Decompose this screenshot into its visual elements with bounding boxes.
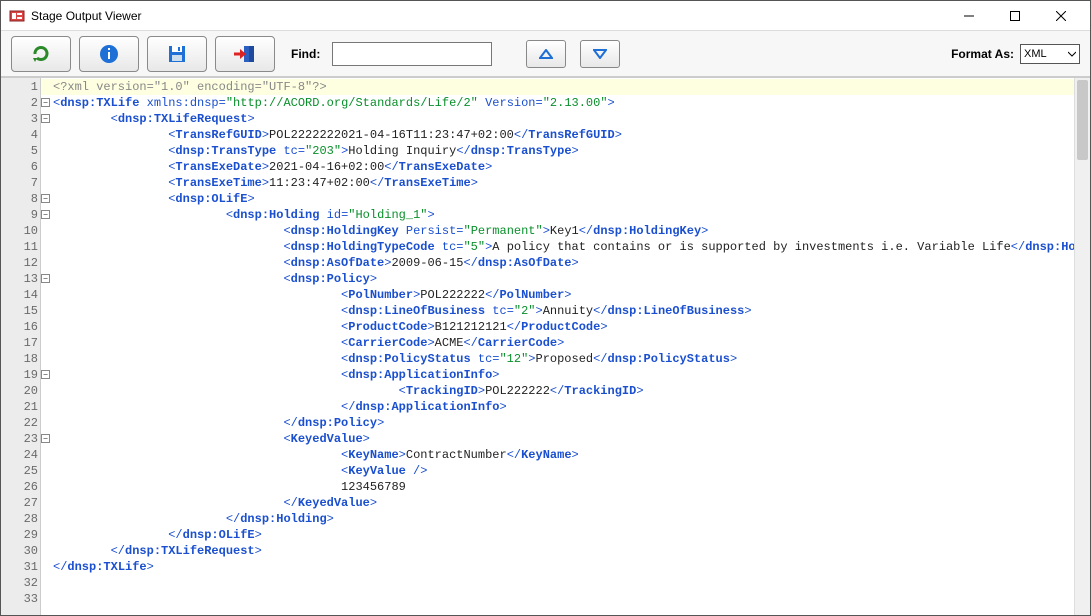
line-number: 31 [1,559,40,575]
fold-toggle[interactable]: − [41,274,50,283]
fold-toggle[interactable]: − [41,370,50,379]
minimize-button[interactable] [946,2,992,30]
line-number: 29 [1,527,40,543]
code-line: <KeyValue /> [53,463,1090,479]
code-line: </KeyedValue> [53,495,1090,511]
line-number: 21 [1,399,40,415]
fold-toggle[interactable]: − [41,114,50,123]
line-number: 27 [1,495,40,511]
close-button[interactable] [1038,2,1084,30]
format-select[interactable]: XML [1020,44,1080,64]
code-line: <KeyedValue> [53,431,1090,447]
line-number: 3− [1,111,40,127]
fold-toggle[interactable]: − [41,194,50,203]
code-line: </dnsp:Holding> [53,511,1090,527]
line-gutter: 12−3−45678−9−10111213−141516171819−20212… [1,78,41,615]
code-line: <KeyName>ContractNumber</KeyName> [53,447,1090,463]
line-number: 24 [1,447,40,463]
code-line: <CarrierCode>ACME</CarrierCode> [53,335,1090,351]
line-number: 23− [1,431,40,447]
line-number: 26 [1,479,40,495]
refresh-button[interactable] [11,36,71,72]
code-line [53,575,1090,591]
code-line: </dnsp:TXLife> [53,559,1090,575]
line-number: 25 [1,463,40,479]
code-line: <?xml version="1.0" encoding="UTF-8"?> [41,79,1090,95]
fold-toggle[interactable]: − [41,434,50,443]
code-line: <dnsp:Holding id="Holding_1"> [53,207,1090,223]
line-number: 15 [1,303,40,319]
line-number: 1 [1,79,40,95]
toolbar: Find: Format As: XML [1,31,1090,77]
code-line: <TransExeDate>2021-04-16+02:00</TransExe… [53,159,1090,175]
line-number: 18 [1,351,40,367]
line-number: 11 [1,239,40,255]
code-line: <dnsp:HoldingTypeCode tc="5">A policy th… [53,239,1090,255]
line-number: 20 [1,383,40,399]
titlebar: Stage Output Viewer [1,1,1090,31]
code-line: <dnsp:OLifE> [53,191,1090,207]
line-number: 22 [1,415,40,431]
chevron-down-icon [1068,50,1076,58]
app-icon [9,8,25,24]
code-line: <PolNumber>POL222222</PolNumber> [53,287,1090,303]
code-line: <dnsp:LineOfBusiness tc="2">Annuity</dns… [53,303,1090,319]
code-line: <dnsp:TXLife xmlns:dnsp="http://ACORD.or… [53,95,1090,111]
code-line: <dnsp:PolicyStatus tc="12">Proposed</dns… [53,351,1090,367]
line-number: 16 [1,319,40,335]
code-line: <ProductCode>B121212121</ProductCode> [53,319,1090,335]
vertical-scrollbar[interactable] [1074,78,1090,615]
line-number: 33 [1,591,40,607]
line-number: 9− [1,207,40,223]
save-button[interactable] [147,36,207,72]
find-next-button[interactable] [580,40,620,68]
maximize-button[interactable] [992,2,1038,30]
line-number: 12 [1,255,40,271]
editor: 12−3−45678−9−10111213−141516171819−20212… [1,77,1090,615]
format-select-value: XML [1024,48,1047,60]
line-number: 32 [1,575,40,591]
fold-toggle[interactable]: − [41,98,50,107]
app-window: Stage Output Viewer Find: [0,0,1091,616]
window-title: Stage Output Viewer [31,9,946,23]
find-prev-button[interactable] [526,40,566,68]
fold-toggle[interactable]: − [41,210,50,219]
line-number: 2− [1,95,40,111]
code-line: <dnsp:HoldingKey Persist="Permanent">Key… [53,223,1090,239]
line-number: 8− [1,191,40,207]
scrollbar-thumb[interactable] [1077,80,1088,160]
code-line [53,591,1090,607]
find-label: Find: [291,47,320,61]
code-line: <dnsp:TransType tc="203">Holding Inquiry… [53,143,1090,159]
exit-button[interactable] [215,36,275,72]
code-line: <dnsp:AsOfDate>2009-06-15</dnsp:AsOfDate… [53,255,1090,271]
line-number: 17 [1,335,40,351]
code-line: 123456789 [53,479,1090,495]
line-number: 5 [1,143,40,159]
find-input[interactable] [332,42,492,66]
line-number: 4 [1,127,40,143]
line-number: 19− [1,367,40,383]
line-number: 14 [1,287,40,303]
line-number: 28 [1,511,40,527]
code-line: <TransRefGUID>POL2222222021-04-16T11:23:… [53,127,1090,143]
line-number: 6 [1,159,40,175]
code-line: <dnsp:TXLifeRequest> [53,111,1090,127]
line-number: 7 [1,175,40,191]
format-as-label: Format As: [951,47,1014,61]
code-line: </dnsp:OLifE> [53,527,1090,543]
code-line: </dnsp:Policy> [53,415,1090,431]
line-number: 13− [1,271,40,287]
code-line: <dnsp:ApplicationInfo> [53,367,1090,383]
info-button[interactable] [79,36,139,72]
code-line: <dnsp:Policy> [53,271,1090,287]
code-line: </dnsp:ApplicationInfo> [53,399,1090,415]
code-line: <TransExeTime>11:23:47+02:00</TransExeTi… [53,175,1090,191]
line-number: 30 [1,543,40,559]
code-area[interactable]: <?xml version="1.0" encoding="UTF-8"?><d… [41,78,1090,615]
code-line: </dnsp:TXLifeRequest> [53,543,1090,559]
code-line: <TrackingID>POL222222</TrackingID> [53,383,1090,399]
line-number: 10 [1,223,40,239]
